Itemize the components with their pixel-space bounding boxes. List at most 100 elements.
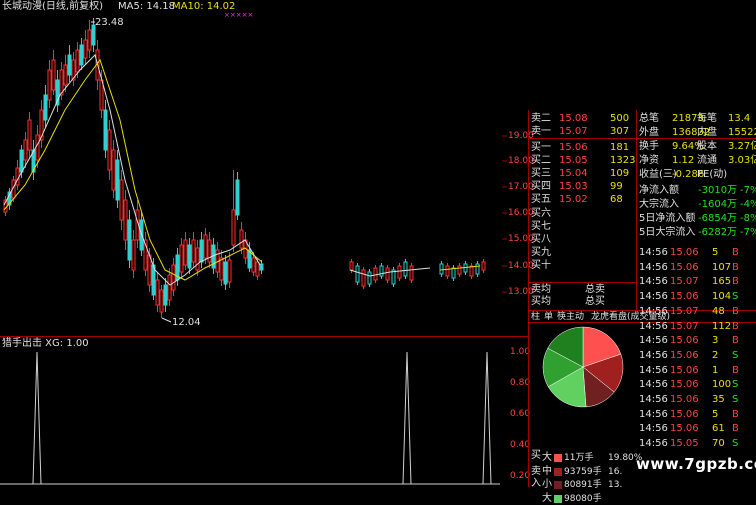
candle-body (107, 129, 112, 171)
price-axis-label: 16.00 (508, 208, 534, 218)
candle-body (183, 239, 188, 266)
bid-label: 买三 (531, 168, 551, 180)
stat-value-2: 13.4 (728, 113, 751, 124)
xg-signal-spike (32, 351, 42, 485)
candle-body (19, 149, 24, 173)
tick-time: 14:56 (639, 438, 668, 450)
low-price-label: 12.04 (172, 317, 201, 328)
candle-body (159, 289, 164, 313)
candle-body (191, 239, 196, 263)
candle-body (255, 261, 260, 277)
candle-body (51, 59, 56, 91)
tick-time: 14:56 (639, 305, 668, 317)
candle-body (187, 244, 192, 269)
bid-label: 买七 (531, 220, 551, 232)
candle-body (457, 265, 462, 275)
tick-side: B (732, 408, 739, 420)
total-buy-label: 总买 (585, 296, 605, 307)
price-axis-label: 13.00 (508, 287, 534, 297)
tick-time: 14:56 (639, 394, 668, 405)
tick-price: 15.05 (670, 438, 699, 450)
panel-rule (528, 282, 636, 283)
tick-side: B (732, 320, 739, 332)
ask-label: 卖一 (531, 126, 551, 137)
candle-body (111, 149, 116, 191)
candle-body (163, 284, 168, 306)
candle-body (367, 271, 372, 285)
candle-body (131, 239, 136, 271)
tick-price: 15.06 (670, 349, 699, 361)
tick-time: 14:56 (639, 379, 668, 391)
tick-price: 15.06 (670, 247, 699, 258)
signal-stars: ××××× (224, 11, 254, 19)
candle-body (87, 29, 92, 51)
ask-volume: 307 (610, 126, 630, 137)
stat-value-2: 3.27亿 (728, 141, 756, 152)
tab-1[interactable]: 单 (544, 311, 553, 323)
price-axis-label: 17.00 (508, 182, 534, 192)
panel-divider (528, 110, 529, 487)
legend-swatch (554, 467, 562, 476)
tab-2[interactable]: 筷主动 (557, 311, 584, 323)
tick-volume: 2 (712, 349, 719, 361)
candle-body (403, 261, 408, 277)
ask-price: 15.08 (559, 113, 588, 124)
tick-volume: 5 (712, 247, 719, 258)
buy-side-label: 买 (531, 450, 541, 461)
price-axis-label: 14.00 (508, 261, 534, 271)
high-price-label: 23.48 (95, 17, 124, 28)
tick-volume: 165 (712, 276, 732, 288)
bid-price: 15.03 (559, 181, 588, 193)
stat-label: 总笔 (639, 113, 659, 124)
ask-volume: 500 (610, 113, 630, 124)
bid-label: 买八 (531, 233, 551, 245)
stat-label-2: 内盘 (697, 127, 717, 138)
bid-volume: 1323 (610, 155, 636, 167)
tick-volume: 70 (712, 438, 725, 450)
tick-side: B (732, 247, 739, 258)
stat-value-2: 3.03亿 (728, 155, 756, 166)
tab-0[interactable]: 柱 (531, 311, 540, 323)
candle-body (75, 49, 80, 73)
tick-side: S (732, 291, 739, 303)
tick-volume: 107 (712, 261, 732, 273)
bid-volume: 68 (610, 194, 623, 206)
tick-price: 15.06 (670, 364, 699, 376)
stat-label: 换手 (639, 141, 659, 152)
tick-price: 15.06 (670, 423, 699, 435)
candle-body (439, 263, 444, 275)
bid-label: 买四 (531, 181, 551, 193)
tick-time: 14:56 (639, 247, 668, 258)
sell-side-label: 卖 (531, 466, 541, 477)
tick-volume: 100 (712, 379, 732, 391)
buy-average-label: 买均 (531, 296, 551, 307)
flow-value: -6854万 (698, 213, 738, 224)
tick-time: 14:56 (639, 408, 668, 420)
flow-label: 净流入额 (639, 185, 679, 196)
stat-label-2: 股本 (697, 141, 717, 152)
candle-body (103, 109, 108, 151)
candle-body (231, 209, 236, 246)
candle-body (79, 44, 84, 66)
bid-label: 买二 (531, 155, 551, 167)
ask-price: 15.07 (559, 126, 588, 137)
legend-swatch (554, 454, 562, 462)
stat-label: 净资 (639, 155, 659, 166)
tick-side: S (732, 438, 739, 450)
candle-body (43, 94, 48, 121)
flow-label: 5日净流入额 (639, 213, 696, 224)
legend-size: 中 (542, 465, 552, 477)
candle-body (67, 54, 72, 76)
stat-label-2: 每笔 (697, 113, 717, 124)
candle-body (219, 257, 224, 281)
candle-body (251, 257, 256, 273)
candle-body (385, 267, 390, 281)
bid-label: 买五 (531, 194, 551, 206)
watermark: www.7gpzb.com (636, 455, 756, 473)
bid-volume: 99 (610, 181, 623, 193)
flow-pct: -7% (740, 227, 756, 238)
legend-pct: 13. (608, 480, 623, 490)
bid-volume: 181 (610, 142, 630, 153)
candle-body (23, 139, 28, 161)
flow-pct: -7% (740, 185, 756, 196)
